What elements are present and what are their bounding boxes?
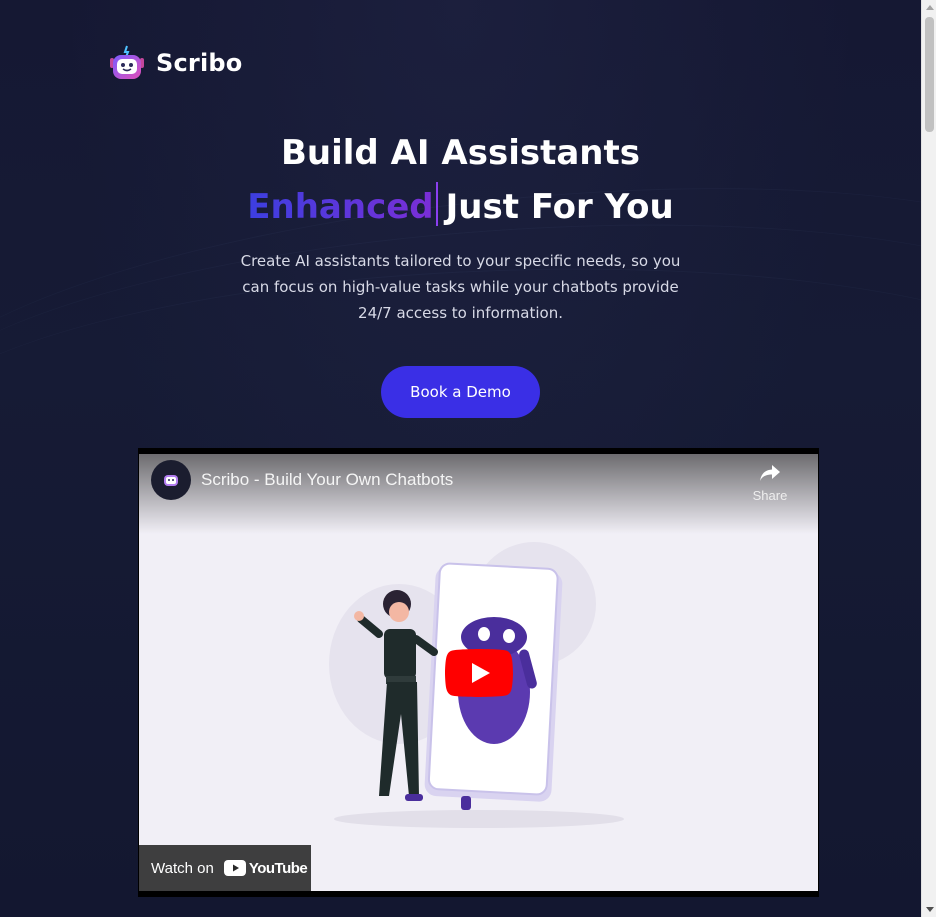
video-thumbnail[interactable]: Scribo - Build Your Own Chatbots Share W… — [139, 454, 818, 891]
scroll-up-arrow-icon[interactable] — [922, 0, 936, 15]
share-icon — [760, 465, 780, 481]
scroll-down-arrow-icon[interactable] — [922, 902, 936, 917]
scrollbar-thumb[interactable] — [925, 17, 934, 132]
hero-title-line2: Enhanced Just For You — [0, 182, 921, 227]
page-background: Scribo Build AI Assistants Enhanced Just … — [0, 0, 921, 917]
book-demo-button[interactable]: Book a Demo — [381, 366, 540, 418]
play-button-icon[interactable] — [445, 649, 513, 697]
youtube-label: YouTube — [248, 859, 308, 877]
hero-subtitle: Create AI assistants tailored to your sp… — [240, 252, 681, 322]
video-embed[interactable]: Scribo - Build Your Own Chatbots Share W… — [138, 448, 819, 897]
brand-logo[interactable]: Scribo — [108, 44, 242, 82]
youtube-icon — [223, 860, 246, 876]
typing-caret — [435, 182, 438, 226]
robot-head-icon — [108, 44, 146, 82]
watch-on-label: Watch on — [151, 859, 214, 877]
youtube-logo: YouTube — [223, 859, 308, 877]
hero-title-rest: Just For You — [445, 187, 674, 227]
video-header-shade — [139, 454, 818, 534]
video-title[interactable]: Scribo - Build Your Own Chatbots — [201, 470, 453, 490]
brand-name: Scribo — [156, 49, 243, 77]
channel-avatar[interactable] — [151, 460, 191, 500]
share-label: Share — [752, 488, 788, 503]
watch-on-youtube-button[interactable]: Watch on YouTube — [139, 845, 311, 891]
share-button[interactable]: Share — [750, 464, 790, 503]
hero-title-line1: Build AI Assistants — [281, 133, 640, 173]
hero-title-accent: Enhanced — [247, 187, 434, 227]
page-scrollbar[interactable] — [921, 0, 936, 917]
robot-head-icon — [164, 475, 178, 486]
